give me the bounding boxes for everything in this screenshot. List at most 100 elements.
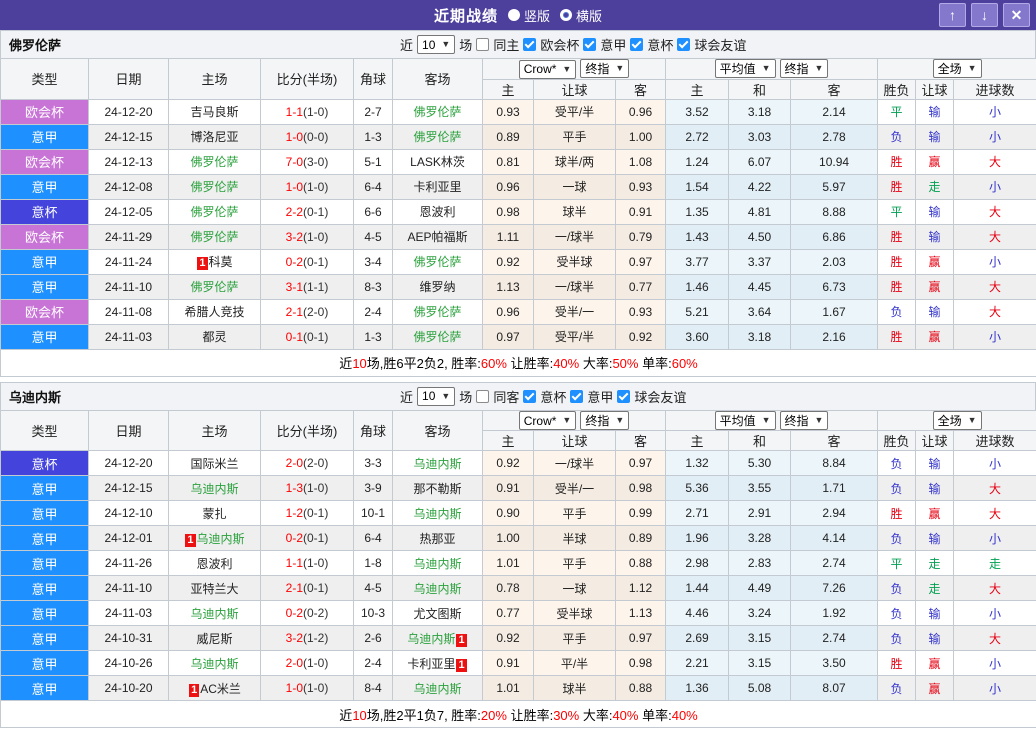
- result-goals-cell: 小: [954, 526, 1036, 551]
- away-team-cell: 热那亚: [393, 526, 483, 551]
- summary-row: 近10场,胜2平1负7, 胜率:20% 让胜率:30% 大率:40% 单率:40…: [1, 701, 1036, 728]
- odds-source-select[interactable]: Crow*▼: [519, 411, 577, 430]
- result-handicap-cell: 赢: [916, 676, 954, 701]
- summary-cell: 近10场,胜2平1负7, 胜率:20% 让胜率:30% 大率:40% 单率:40…: [1, 701, 1036, 728]
- corners-cell: 4-5: [354, 576, 393, 601]
- odds-away-cell: 0.77: [616, 274, 666, 299]
- home-team-cell: 吉马良斯: [169, 99, 261, 124]
- move-up-button[interactable]: ↑: [939, 3, 966, 27]
- odds-away-cell: 0.97: [616, 249, 666, 274]
- odds-time-select[interactable]: 终指▼: [580, 59, 629, 78]
- checkbox-checked[interactable]: [630, 38, 643, 51]
- red-card-badge: 1: [197, 257, 207, 270]
- avg-time-select[interactable]: 终指▼: [780, 59, 829, 78]
- score-cell: 2-2(0-1): [261, 199, 354, 224]
- summary-text: 近: [339, 356, 352, 371]
- avg-away-cell: 2.74: [791, 626, 878, 651]
- team-text: 乌迪内斯: [197, 532, 245, 546]
- section-controls-bar: 佛罗伦萨 近 10▼ 场 同主 欧会杯意甲意杯球会友谊: [0, 30, 1036, 58]
- league-filter-label[interactable]: 意甲: [587, 387, 613, 406]
- checkbox-checked[interactable]: [583, 38, 596, 51]
- column-header: 比分(半场): [261, 410, 354, 451]
- match-row: 意杯 24-12-05 佛罗伦萨 2-2(0-1) 6-6 恩波利 0.98 球…: [1, 199, 1036, 224]
- same-venue-label[interactable]: 同客: [493, 387, 519, 406]
- checkbox-checked[interactable]: [523, 390, 536, 403]
- result-wdl-cell: 胜: [878, 224, 916, 249]
- same-venue-label[interactable]: 同主: [493, 35, 519, 54]
- odds-time-select[interactable]: 终指▼: [580, 411, 629, 430]
- result-handicap-cell: 输: [916, 626, 954, 651]
- summary-text: 10: [352, 708, 366, 723]
- score-cell: 2-0(1-0): [261, 651, 354, 676]
- result-scope-select[interactable]: 全场▼: [933, 411, 982, 430]
- odds-handicap-cell: 受半/一: [534, 476, 616, 501]
- match-row: 意甲 24-12-10 蒙扎 1-2(0-1) 10-1 乌迪内斯 0.90 平…: [1, 501, 1036, 526]
- score-cell: 7-0(3-0): [261, 149, 354, 174]
- result-wdl-cell: 负: [878, 476, 916, 501]
- radio-vertical-layout[interactable]: 竖版: [508, 6, 550, 25]
- games-count-select[interactable]: 10▼: [417, 35, 455, 54]
- checkbox-unchecked[interactable]: [476, 390, 489, 403]
- match-row: 意甲 24-12-15 博洛尼亚 1-0(0-0) 1-3 佛罗伦萨 0.89 …: [1, 124, 1036, 149]
- result-scope-select[interactable]: 全场▼: [933, 59, 982, 78]
- result-wdl-cell: 负: [878, 626, 916, 651]
- league-filter-label[interactable]: 意杯: [540, 387, 566, 406]
- away-team-cell: 乌迪内斯1: [393, 626, 483, 651]
- chevron-down-icon: ▼: [762, 416, 771, 425]
- radio-horizontal-layout[interactable]: 横版: [560, 6, 602, 25]
- result-goals-cell: 大: [954, 199, 1036, 224]
- result-goals-cell: 小: [954, 324, 1036, 349]
- league-filter-label[interactable]: 欧会杯: [540, 35, 579, 54]
- radio-unselected-icon: [560, 9, 572, 21]
- sub-column-header: 进球数: [954, 79, 1036, 99]
- score-cell: 0-1(0-1): [261, 324, 354, 349]
- home-team-cell: 1乌迪内斯: [169, 526, 261, 551]
- summary-text: 60%: [672, 356, 698, 371]
- date-cell: 24-12-20: [89, 99, 169, 124]
- odds-source-select[interactable]: Crow*▼: [519, 60, 577, 79]
- summary-text: 大率:: [579, 356, 612, 371]
- team-text: 佛罗伦萨: [413, 330, 461, 344]
- avg-source-select[interactable]: 平均值▼: [715, 411, 776, 430]
- close-button[interactable]: ✕: [1003, 3, 1030, 27]
- home-team-cell: 博洛尼亚: [169, 124, 261, 149]
- match-row: 意甲 24-11-10 佛罗伦萨 3-1(1-1) 8-3 维罗纳 1.13 一…: [1, 274, 1036, 299]
- league-filter-label[interactable]: 意甲: [600, 35, 626, 54]
- score-cell: 3-1(1-1): [261, 274, 354, 299]
- avg-away-cell: 7.26: [791, 576, 878, 601]
- league-cell: 意甲: [1, 274, 89, 299]
- result-wdl-cell: 负: [878, 299, 916, 324]
- league-filter-label[interactable]: 球会友谊: [694, 35, 746, 54]
- chevron-down-icon: ▼: [815, 416, 824, 425]
- odds-home-cell: 0.93: [483, 99, 534, 124]
- away-team-cell: 佛罗伦萨: [393, 324, 483, 349]
- league-filter-label[interactable]: 球会友谊: [634, 387, 686, 406]
- odds-home-cell: 1.13: [483, 274, 534, 299]
- match-row: 意甲 24-12-15 乌迪内斯 1-3(1-0) 3-9 那不勒斯 0.91 …: [1, 476, 1036, 501]
- odds-handicap-cell: 一/球半: [534, 224, 616, 249]
- avg-source-select[interactable]: 平均值▼: [715, 59, 776, 78]
- league-filter-label[interactable]: 意杯: [647, 35, 673, 54]
- move-down-button[interactable]: ↓: [971, 3, 998, 27]
- checkbox-unchecked[interactable]: [476, 38, 489, 51]
- home-team-cell: 佛罗伦萨: [169, 274, 261, 299]
- checkbox-checked[interactable]: [523, 38, 536, 51]
- checkbox-checked[interactable]: [617, 390, 630, 403]
- league-cell: 欧会杯: [1, 99, 89, 124]
- checkbox-checked[interactable]: [570, 390, 583, 403]
- avg-away-cell: 1.92: [791, 601, 878, 626]
- result-handicap-cell: 输: [916, 601, 954, 626]
- league-cell: 欧会杯: [1, 224, 89, 249]
- games-count-select[interactable]: 10▼: [417, 387, 455, 406]
- result-handicap-cell: 赢: [916, 274, 954, 299]
- date-cell: 24-11-29: [89, 224, 169, 249]
- checkbox-checked[interactable]: [677, 38, 690, 51]
- summary-text: 20%: [481, 708, 507, 723]
- result-handicap-cell: 赢: [916, 651, 954, 676]
- score-cell: 3-2(1-0): [261, 224, 354, 249]
- home-team-cell: 都灵: [169, 324, 261, 349]
- avg-draw-cell: 5.30: [729, 451, 791, 476]
- avg-away-cell: 2.03: [791, 249, 878, 274]
- odds-handicap-cell: 平手: [534, 501, 616, 526]
- avg-time-select[interactable]: 终指▼: [780, 411, 829, 430]
